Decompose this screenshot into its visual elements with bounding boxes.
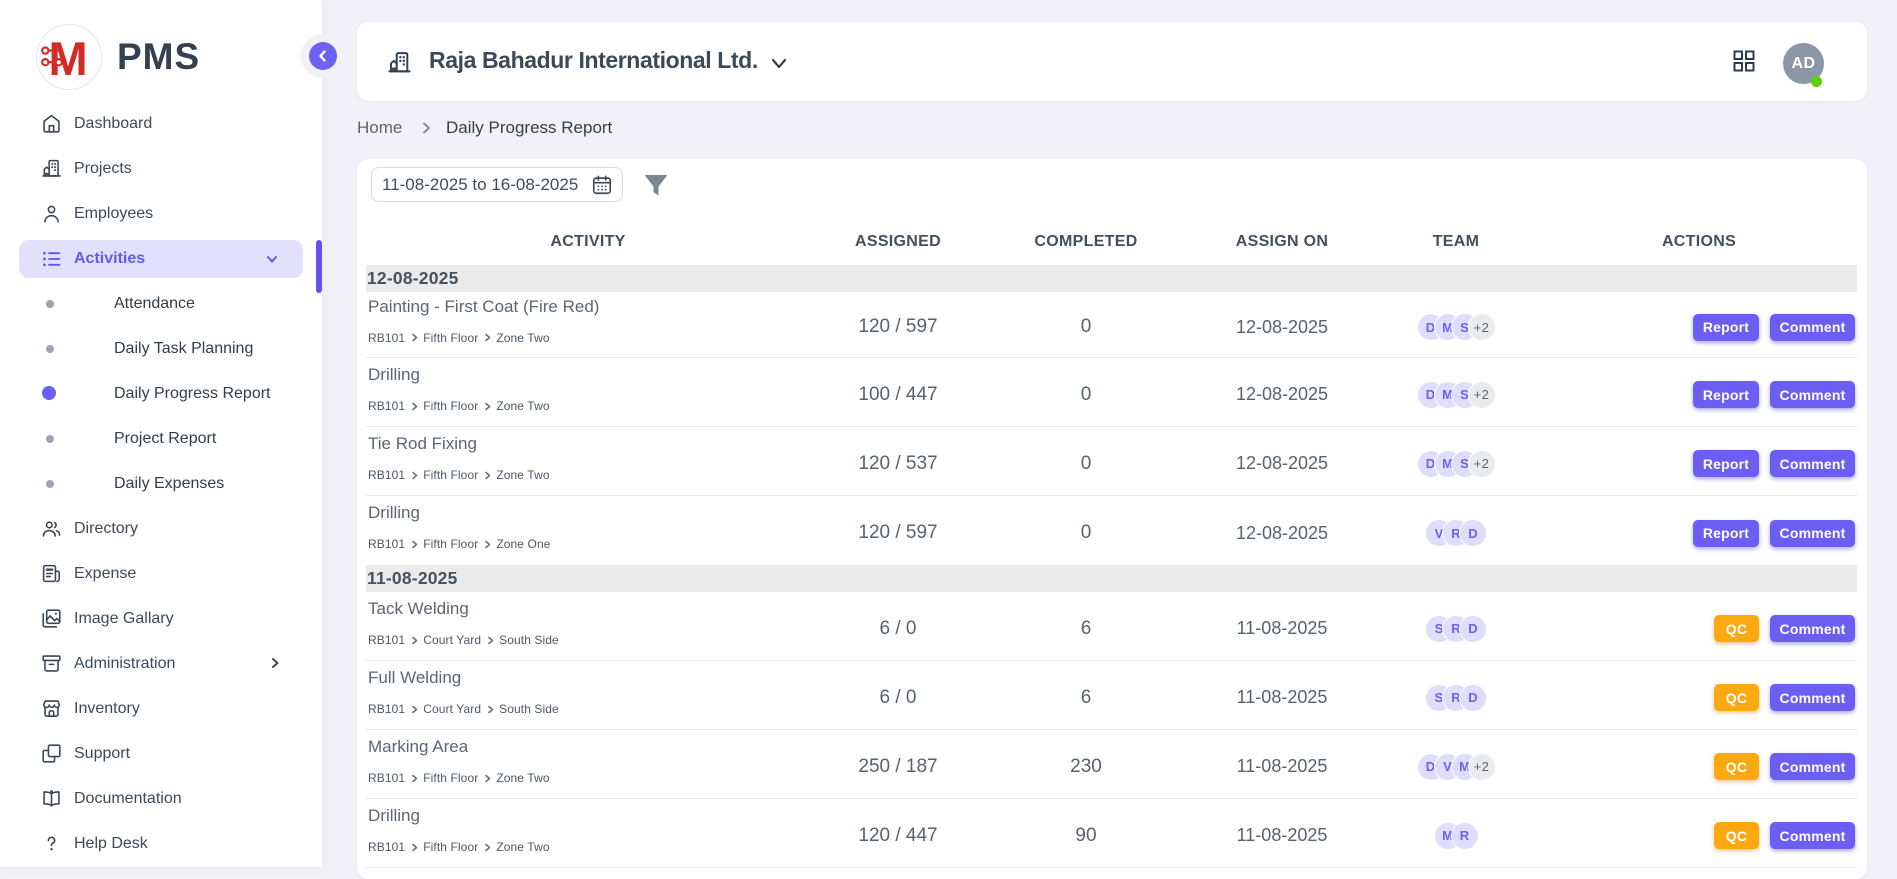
svg-text:M: M xyxy=(49,32,88,85)
